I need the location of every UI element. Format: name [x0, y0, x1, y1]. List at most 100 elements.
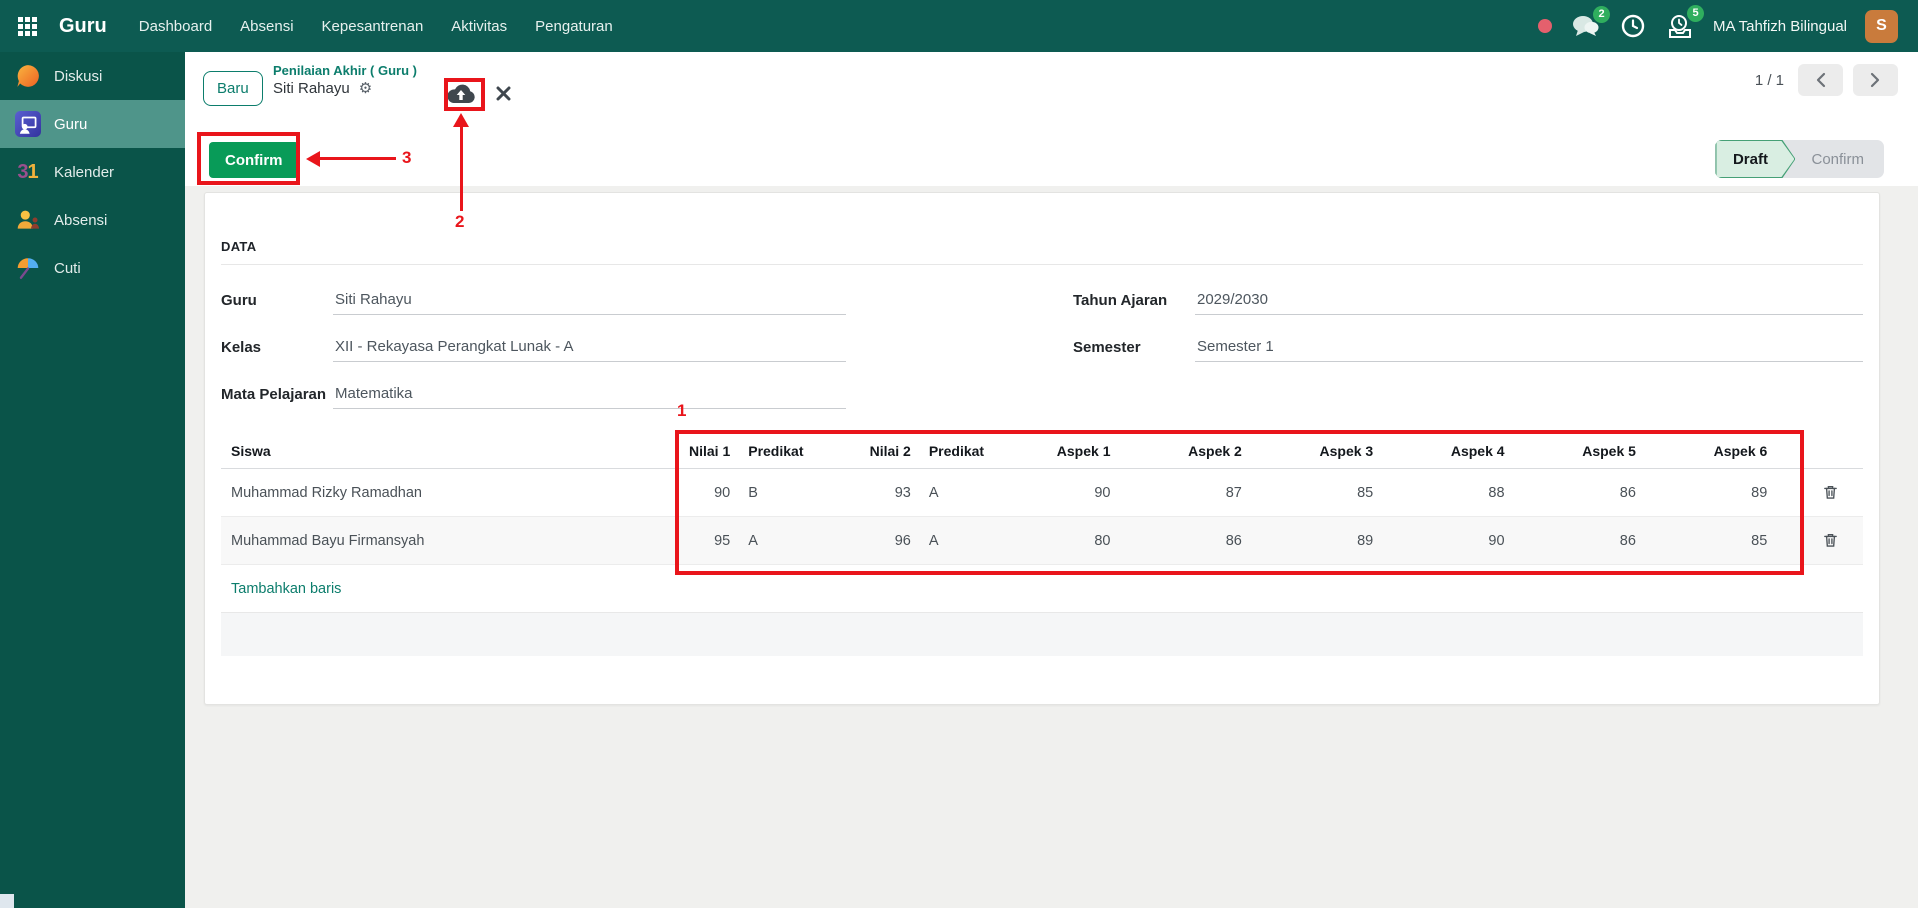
trash-icon [1823, 485, 1837, 499]
col-header-aspek1: Aspek 1 [1009, 434, 1141, 469]
col-header-siswa: Siswa [221, 434, 640, 469]
guru-app-icon [14, 111, 41, 138]
statusbar: Draft Confirm [1715, 140, 1884, 178]
apps-grid-icon[interactable] [16, 15, 39, 38]
field-input-guru[interactable]: Siti Rahayu [333, 287, 846, 315]
pager-counter: 1 / 1 [1754, 71, 1784, 89]
status-red-dot [1538, 19, 1553, 33]
add-row-link[interactable]: Tambahkan baris [231, 581, 341, 597]
field-label-mata-pelajaran: Mata Pelajaran [221, 386, 327, 403]
cell-aspek6[interactable]: 89 [1665, 468, 1798, 517]
activities-badge: 5 [1687, 5, 1705, 22]
menu-pengaturan[interactable]: Pengaturan [535, 18, 613, 35]
bottom-left-artifact [0, 894, 14, 908]
chevron-left-icon [1816, 72, 1826, 88]
discard-button[interactable] [494, 84, 513, 103]
col-header-aspek2: Aspek 2 [1140, 434, 1272, 469]
pager: 1 / 1 [1755, 64, 1898, 96]
cell-nilai1[interactable]: 90 [639, 468, 739, 517]
cell-aspek5[interactable]: 86 [1534, 516, 1666, 565]
delete-row-button[interactable] [1820, 529, 1841, 551]
field-input-tahun-ajaran[interactable]: 2029/2030 [1195, 287, 1863, 315]
sidebar-item-diskusi[interactable]: Diskusi [0, 52, 185, 100]
field-input-mata-pelajaran[interactable]: Matematika [333, 381, 846, 409]
save-indicator [445, 80, 513, 106]
calendar-31-icon: 31 [17, 160, 38, 183]
sidebar-label-diskusi: Diskusi [54, 67, 103, 85]
col-header-aspek3: Aspek 3 [1271, 434, 1404, 469]
cell-nilai2[interactable]: 93 [828, 468, 919, 517]
sidebar-item-absensi[interactable]: Absensi [0, 196, 185, 244]
section-divider [221, 264, 1863, 265]
cell-aspek1[interactable]: 90 [1009, 468, 1141, 517]
section-title-data: DATA [221, 239, 257, 254]
activities-button[interactable]: 5 [1665, 5, 1705, 40]
breadcrumb-parent-link[interactable]: Penilaian Akhir ( Guru ) [273, 63, 417, 78]
field-input-semester[interactable]: Semester 1 [1195, 334, 1863, 362]
pager-previous-button[interactable] [1798, 64, 1843, 96]
menu-aktivitas[interactable]: Aktivitas [451, 18, 507, 35]
delete-row-button[interactable] [1820, 481, 1841, 503]
content-area: DATA Guru Siti Rahayu Kelas XII - Rekaya… [185, 186, 1918, 908]
cell-aspek4[interactable]: 88 [1403, 468, 1535, 517]
clock-icon [1621, 14, 1645, 38]
cell-aspek5[interactable]: 86 [1534, 468, 1666, 517]
close-icon [496, 86, 511, 100]
cell-predikat1[interactable]: B [738, 468, 829, 517]
confirm-button[interactable]: Confirm [209, 142, 299, 178]
menu-absensi[interactable]: Absensi [240, 18, 293, 35]
cell-predikat2[interactable]: A [918, 516, 1010, 565]
main-area: Baru Penilaian Akhir ( Guru ) Siti Rahay… [185, 52, 1918, 908]
cell-predikat1[interactable]: A [738, 516, 829, 565]
field-label-semester: Semester [1073, 339, 1141, 356]
menu-kepesantrenan[interactable]: Kepesantrenan [322, 18, 424, 35]
sidebar-item-guru[interactable]: Guru [0, 100, 185, 148]
col-header-nilai1: Nilai 1 [639, 434, 739, 469]
cell-aspek1[interactable]: 80 [1009, 516, 1141, 565]
gear-icon[interactable]: ⚙ [359, 81, 372, 96]
company-name[interactable]: MA Tahfizh Bilingual [1713, 18, 1847, 35]
chevron-right-icon [1870, 72, 1880, 88]
save-cloud-button[interactable] [445, 80, 477, 106]
field-input-kelas[interactable]: XII - Rekayasa Perangkat Lunak - A [333, 334, 846, 362]
cell-nilai2[interactable]: 96 [828, 516, 919, 565]
cell-aspek2[interactable]: 86 [1140, 516, 1272, 565]
field-label-guru: Guru [221, 292, 257, 309]
cell-siswa[interactable]: Muhammad Rizky Ramadhan [221, 468, 640, 517]
form-fields: Guru Siti Rahayu Kelas XII - Rekayasa Pe… [221, 277, 1863, 418]
navbar-systray: 2 5 MA Tahfizh Bilingual S [1538, 5, 1898, 43]
sidebar-label-kalender: Kalender [54, 163, 115, 181]
cell-nilai1[interactable]: 95 [639, 516, 739, 565]
new-record-button[interactable]: Baru [203, 71, 263, 106]
cell-aspek3[interactable]: 89 [1271, 516, 1404, 565]
cell-aspek2[interactable]: 87 [1140, 468, 1272, 517]
form-sheet: DATA Guru Siti Rahayu Kelas XII - Rekaya… [204, 192, 1880, 705]
col-header-aspek5: Aspek 5 [1534, 434, 1666, 469]
app-window: Guru Dashboard Absensi Kepesantrenan Akt… [0, 0, 1918, 908]
cell-siswa[interactable]: Muhammad Bayu Firmansyah [221, 516, 640, 565]
col-header-nilai2: Nilai 2 [828, 434, 919, 469]
clock-button[interactable] [1619, 12, 1647, 40]
messages-badge: 2 [1593, 5, 1611, 23]
discuss-bubble-icon [14, 63, 41, 90]
breadcrumb: Penilaian Akhir ( Guru ) Siti Rahayu ⚙ [273, 63, 417, 97]
table-header-row: Siswa Nilai 1 Predikat Nilai 2 Predikat … [221, 434, 1863, 469]
cell-aspek6[interactable]: 85 [1665, 516, 1798, 565]
col-header-aspek4: Aspek 4 [1403, 434, 1535, 469]
col-header-predikat1: Predikat [738, 434, 829, 469]
statusbar-step-confirm[interactable]: Confirm [1795, 140, 1884, 178]
user-avatar[interactable]: S [1865, 9, 1898, 43]
app-brand[interactable]: Guru [59, 15, 107, 38]
cell-aspek4[interactable]: 90 [1403, 516, 1535, 565]
statusbar-step-draft[interactable]: Draft [1715, 140, 1795, 178]
table-row: Muhammad Rizky Ramadhan 90 B 93 A 90 87 … [221, 468, 1863, 517]
menu-dashboard[interactable]: Dashboard [139, 18, 212, 35]
pager-next-button[interactable] [1853, 64, 1898, 96]
cell-predikat2[interactable]: A [918, 468, 1010, 517]
sidebar-item-kalender[interactable]: 31 Kalender [0, 148, 185, 196]
messages-button[interactable]: 2 [1570, 5, 1611, 40]
cell-aspek3[interactable]: 85 [1271, 468, 1404, 517]
leave-umbrella-icon [14, 255, 41, 282]
sidebar-item-cuti[interactable]: Cuti [0, 244, 185, 292]
navbar-left: Guru Dashboard Absensi Kepesantrenan Akt… [16, 15, 613, 38]
